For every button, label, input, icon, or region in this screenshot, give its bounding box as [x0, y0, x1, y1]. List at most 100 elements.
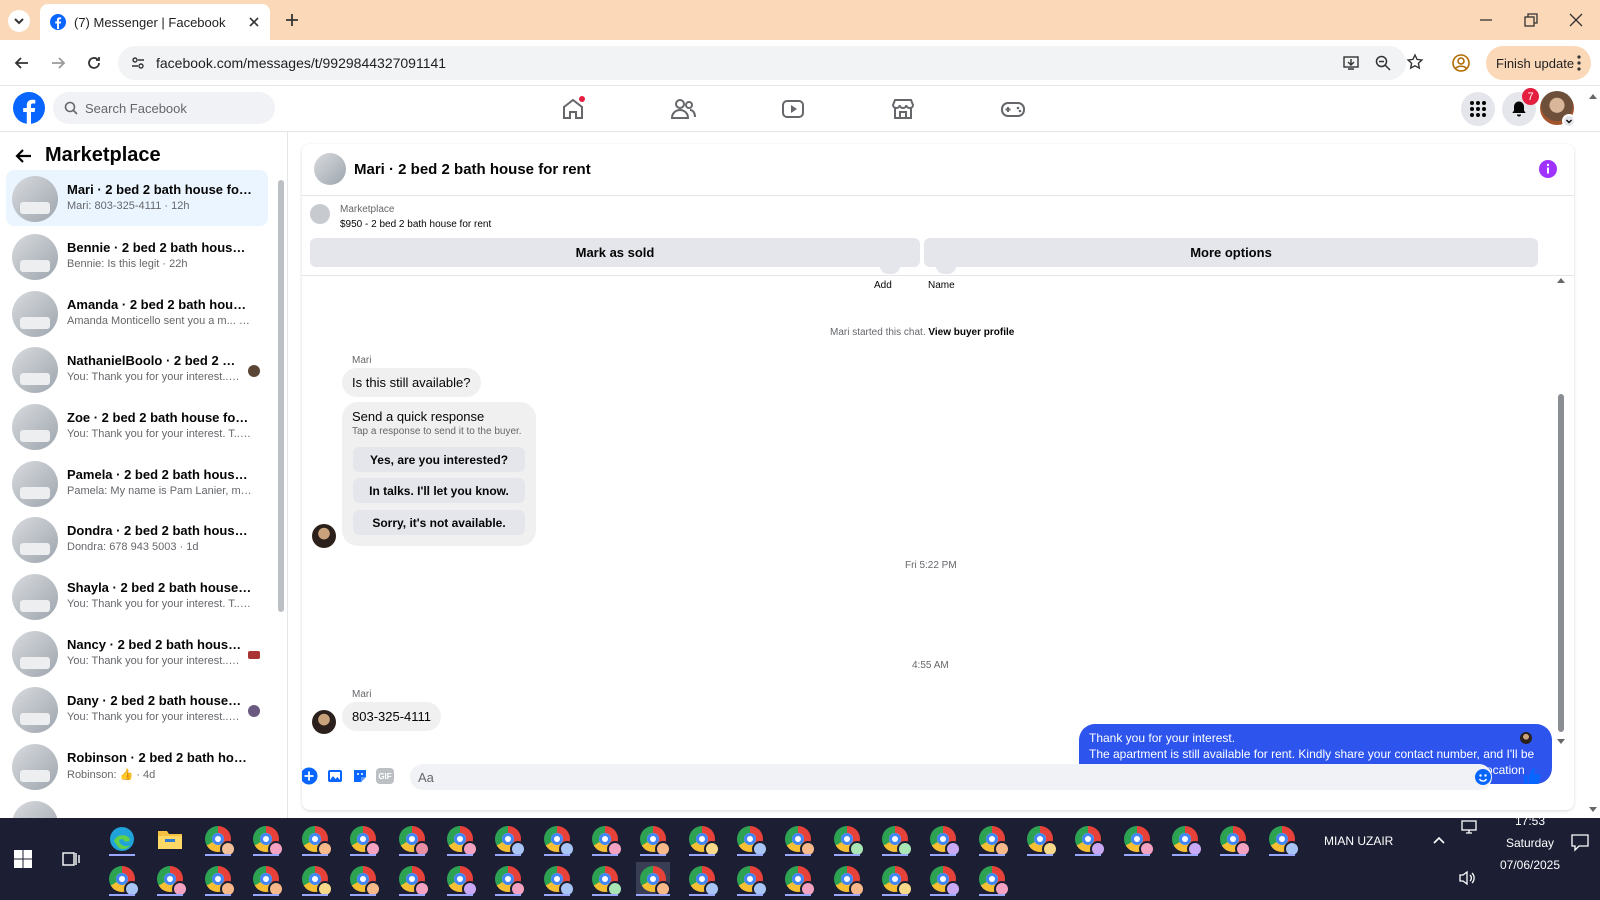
gif-icon[interactable]: GIF — [376, 768, 394, 784]
chrome-window-icon[interactable] — [346, 822, 381, 857]
windows-start-icon[interactable] — [6, 842, 40, 876]
conversation-item[interactable]: Zoe · 2 bed 2 bath house for rent You: T… — [6, 398, 268, 454]
chrome-window-icon[interactable] — [153, 862, 188, 897]
chrome-window-icon[interactable] — [249, 822, 284, 857]
info-icon[interactable] — [1538, 159, 1558, 179]
quick-reply-button[interactable]: Yes, are you interested? — [353, 447, 525, 472]
chrome-window-icon[interactable] — [443, 862, 478, 897]
chrome-window-icon[interactable] — [298, 822, 333, 857]
chrome-window-icon[interactable] — [395, 822, 430, 857]
chrome-window-icon[interactable] — [733, 822, 768, 857]
chrome-window-icon[interactable] — [346, 862, 381, 897]
conversation-item[interactable]: Pamela · 2 bed 2 bath house for rent Pam… — [6, 455, 268, 511]
chrome-window-icon[interactable] — [1265, 822, 1300, 857]
chevron-up-icon[interactable] — [1432, 834, 1446, 846]
scroll-down-icon[interactable] — [1556, 738, 1566, 746]
new-tab-icon[interactable] — [282, 10, 302, 30]
chrome-window-icon[interactable] — [249, 862, 284, 897]
view-buyer-profile-link[interactable]: View buyer profile — [928, 327, 1014, 338]
chrome-window-icon[interactable] — [395, 862, 430, 897]
chrome-window-icon[interactable] — [926, 822, 961, 857]
plus-circle-icon[interactable] — [302, 767, 318, 785]
finish-update-button[interactable]: Finish update — [1486, 46, 1591, 80]
tab-search-button[interactable] — [8, 10, 30, 32]
home-icon[interactable] — [558, 94, 588, 124]
chrome-window-icon[interactable] — [443, 822, 478, 857]
listing-avatar[interactable] — [314, 153, 346, 185]
marketplace-icon[interactable] — [888, 94, 918, 124]
chrome-window-icon[interactable] — [878, 862, 913, 897]
facebook-logo-icon[interactable] — [12, 91, 46, 125]
file-explorer-icon[interactable] — [153, 822, 187, 856]
chrome-window-icon[interactable] — [1216, 822, 1251, 857]
chrome-window-icon[interactable] — [975, 862, 1010, 897]
quick-reply-button[interactable]: Sorry, it's not available. — [353, 510, 525, 535]
chrome-window-icon[interactable] — [540, 822, 575, 857]
chrome-window-icon[interactable] — [1120, 822, 1155, 857]
conversation-item[interactable]: NathanielBoolo · 2 bed 2 bath house for … — [6, 341, 268, 397]
conversation-item-partial[interactable] — [6, 795, 268, 818]
chrome-window-icon[interactable] — [975, 822, 1010, 857]
clock-time[interactable]: 17:53 — [1495, 814, 1565, 828]
scroll-up-icon[interactable] — [1556, 276, 1566, 284]
chrome-window-icon[interactable] — [685, 862, 720, 897]
chrome-window-icon[interactable] — [201, 822, 236, 857]
profile-icon[interactable] — [1451, 53, 1471, 73]
video-icon[interactable] — [778, 94, 808, 124]
forward-arrow-icon[interactable] — [48, 53, 68, 73]
close-tab-icon[interactable] — [248, 16, 260, 28]
task-view-icon[interactable] — [54, 842, 88, 876]
site-info-icon[interactable] — [130, 55, 146, 71]
sidebar-scrollbar-thumb[interactable] — [278, 180, 284, 612]
message-scrollbar[interactable] — [1556, 276, 1566, 746]
network-icon[interactable] — [1460, 818, 1478, 836]
chrome-window-icon[interactable] — [733, 862, 768, 897]
conversation-item[interactable]: Amanda · 2 bed 2 bath house for rent Ama… — [6, 285, 268, 341]
chrome-window-icon[interactable] — [201, 862, 236, 897]
message-input[interactable]: Aa — [410, 764, 1492, 790]
conversation-item[interactable]: Dany · 2 bed 2 bath house for rent You: … — [6, 681, 268, 737]
chrome-window-icon[interactable] — [830, 822, 865, 857]
chrome-window-icon[interactable] — [781, 822, 816, 857]
chrome-window-icon[interactable] — [926, 862, 961, 897]
conversation-item[interactable]: Shayla · 2 bed 2 bath house for rent You… — [6, 568, 268, 624]
close-window-icon[interactable] — [1568, 12, 1584, 28]
chrome-window-icon[interactable] — [1023, 822, 1058, 857]
facebook-search-input[interactable]: Search Facebook — [53, 92, 275, 124]
account-chevron-down-icon[interactable] — [1562, 114, 1576, 128]
quick-reply-button[interactable]: In talks. I'll let you know. — [353, 478, 525, 503]
chrome-window-icon[interactable] — [298, 862, 333, 897]
friends-icon[interactable] — [668, 94, 698, 124]
sticker-icon[interactable] — [351, 767, 369, 785]
clock-day[interactable]: Saturday — [1495, 836, 1565, 850]
install-app-icon[interactable] — [1342, 54, 1360, 72]
page-scroll-down-icon[interactable] — [1588, 806, 1598, 814]
more-options-button[interactable]: More options — [924, 238, 1538, 267]
sender-avatar[interactable] — [312, 710, 336, 734]
conversation-item[interactable]: Bennie · 2 bed 2 bath house for rent Ben… — [6, 228, 268, 284]
chrome-window-icon[interactable] — [781, 862, 816, 897]
chrome-window-icon[interactable] — [830, 862, 865, 897]
chrome-window-icon[interactable] — [685, 822, 720, 857]
sender-avatar[interactable] — [312, 524, 336, 548]
emoji-icon[interactable] — [1474, 768, 1492, 786]
bookmark-star-icon[interactable] — [1406, 53, 1424, 71]
address-bar[interactable]: facebook.com/messages/t/9929844327091141 — [118, 46, 1424, 80]
edge-icon[interactable] — [105, 822, 139, 856]
conversation-item[interactable]: Dondra · 2 bed 2 bath house for rent Don… — [6, 511, 268, 567]
notification-center-icon[interactable] — [1570, 832, 1590, 852]
clock-date[interactable]: 07/06/2025 — [1490, 858, 1570, 872]
conversation-item[interactable]: Robinson · 2 bed 2 bath house for rent R… — [6, 738, 268, 794]
restore-window-icon[interactable] — [1523, 12, 1539, 28]
sidebar-scrollbar[interactable] — [277, 172, 285, 812]
minimize-window-icon[interactable] — [1478, 12, 1494, 28]
back-arrow-icon[interactable] — [14, 146, 34, 166]
thumbs-up-icon[interactable] — [1522, 766, 1542, 786]
conversation-item[interactable]: Nancy · 2 bed 2 bath house for rent You:… — [6, 625, 268, 681]
chrome-window-icon[interactable] — [636, 822, 671, 857]
zoom-icon[interactable] — [1374, 54, 1392, 72]
chrome-window-icon[interactable] — [491, 862, 526, 897]
speaker-icon[interactable] — [1458, 870, 1476, 886]
conversation-item[interactable]: Mari · 2 bed 2 bath house for rent Mari:… — [6, 170, 268, 226]
chrome-window-icon[interactable] — [1071, 822, 1106, 857]
